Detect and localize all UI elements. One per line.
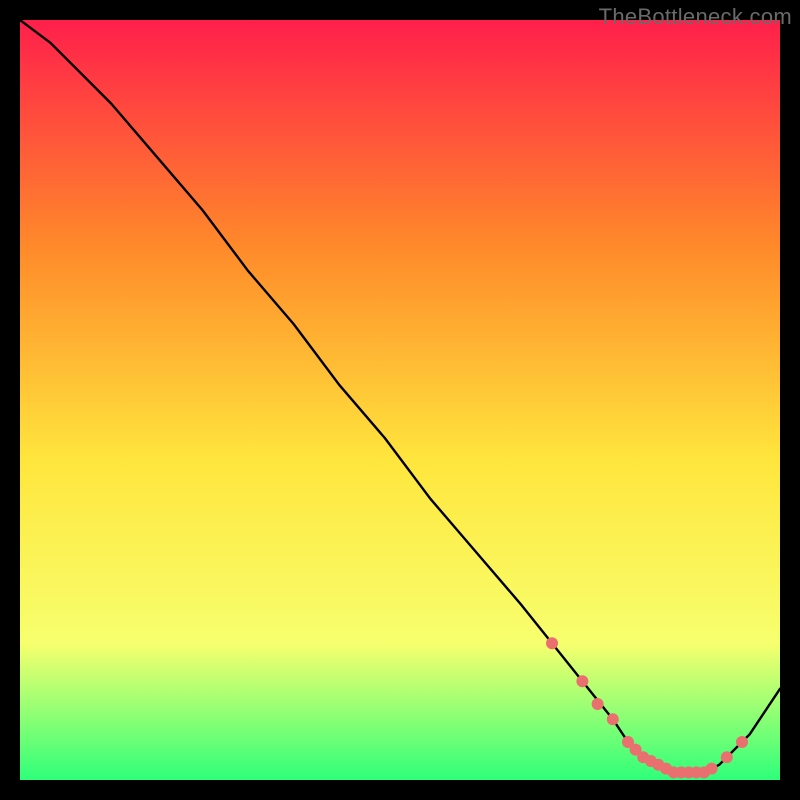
marker-point (706, 763, 718, 775)
chart-stage: TheBottleneck.com (0, 0, 800, 800)
marker-point (607, 713, 619, 725)
marker-point (546, 637, 558, 649)
bottleneck-chart (20, 20, 780, 780)
gradient-background (20, 20, 780, 780)
marker-point (736, 736, 748, 748)
marker-point (721, 751, 733, 763)
marker-point (592, 698, 604, 710)
watermark-label: TheBottleneck.com (599, 4, 792, 30)
plot-area (20, 20, 780, 780)
marker-point (576, 675, 588, 687)
